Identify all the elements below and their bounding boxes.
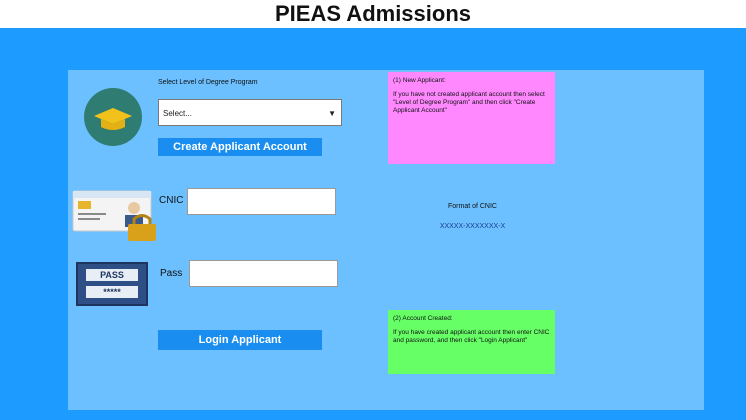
degree-program-label: Select Level of Degree Program xyxy=(158,79,258,86)
account-created-note-title: (2) Account Created: xyxy=(393,315,453,322)
pass-label: Pass xyxy=(160,268,183,279)
password-card-icon: PASS ***** xyxy=(76,262,148,306)
degree-program-selected-value: Select... xyxy=(163,109,192,118)
page-title: PIEAS Admissions xyxy=(274,1,471,26)
account-created-note-body: If you have created applicant account th… xyxy=(393,329,550,344)
graduation-cap-icon xyxy=(84,88,142,146)
create-applicant-account-button[interactable]: Create Applicant Account xyxy=(158,138,322,156)
cnic-input[interactable] xyxy=(187,188,336,215)
login-applicant-button[interactable]: Login Applicant xyxy=(158,330,322,350)
new-applicant-note: (1) New Applicant: If you have not creat… xyxy=(388,72,555,164)
degree-program-select[interactable]: Select... ▼ xyxy=(158,99,342,126)
pass-card-label: PASS xyxy=(86,269,138,281)
cnic-format-mask: XXXXX-XXXXXXX-X xyxy=(439,223,506,230)
id-card-lock-icon xyxy=(72,190,156,241)
pass-card-stars: ***** xyxy=(86,286,138,298)
new-applicant-note-title: (1) New Applicant: xyxy=(393,77,446,84)
cnic-format-label: Format of CNIC xyxy=(447,203,497,210)
account-created-note: (2) Account Created: If you have created… xyxy=(388,310,555,374)
cnic-label: CNIC xyxy=(159,195,184,206)
new-applicant-note-body: If you have not created applicant accoun… xyxy=(393,91,545,114)
password-input[interactable] xyxy=(189,260,338,287)
dropdown-arrow-icon: ▼ xyxy=(328,109,336,118)
